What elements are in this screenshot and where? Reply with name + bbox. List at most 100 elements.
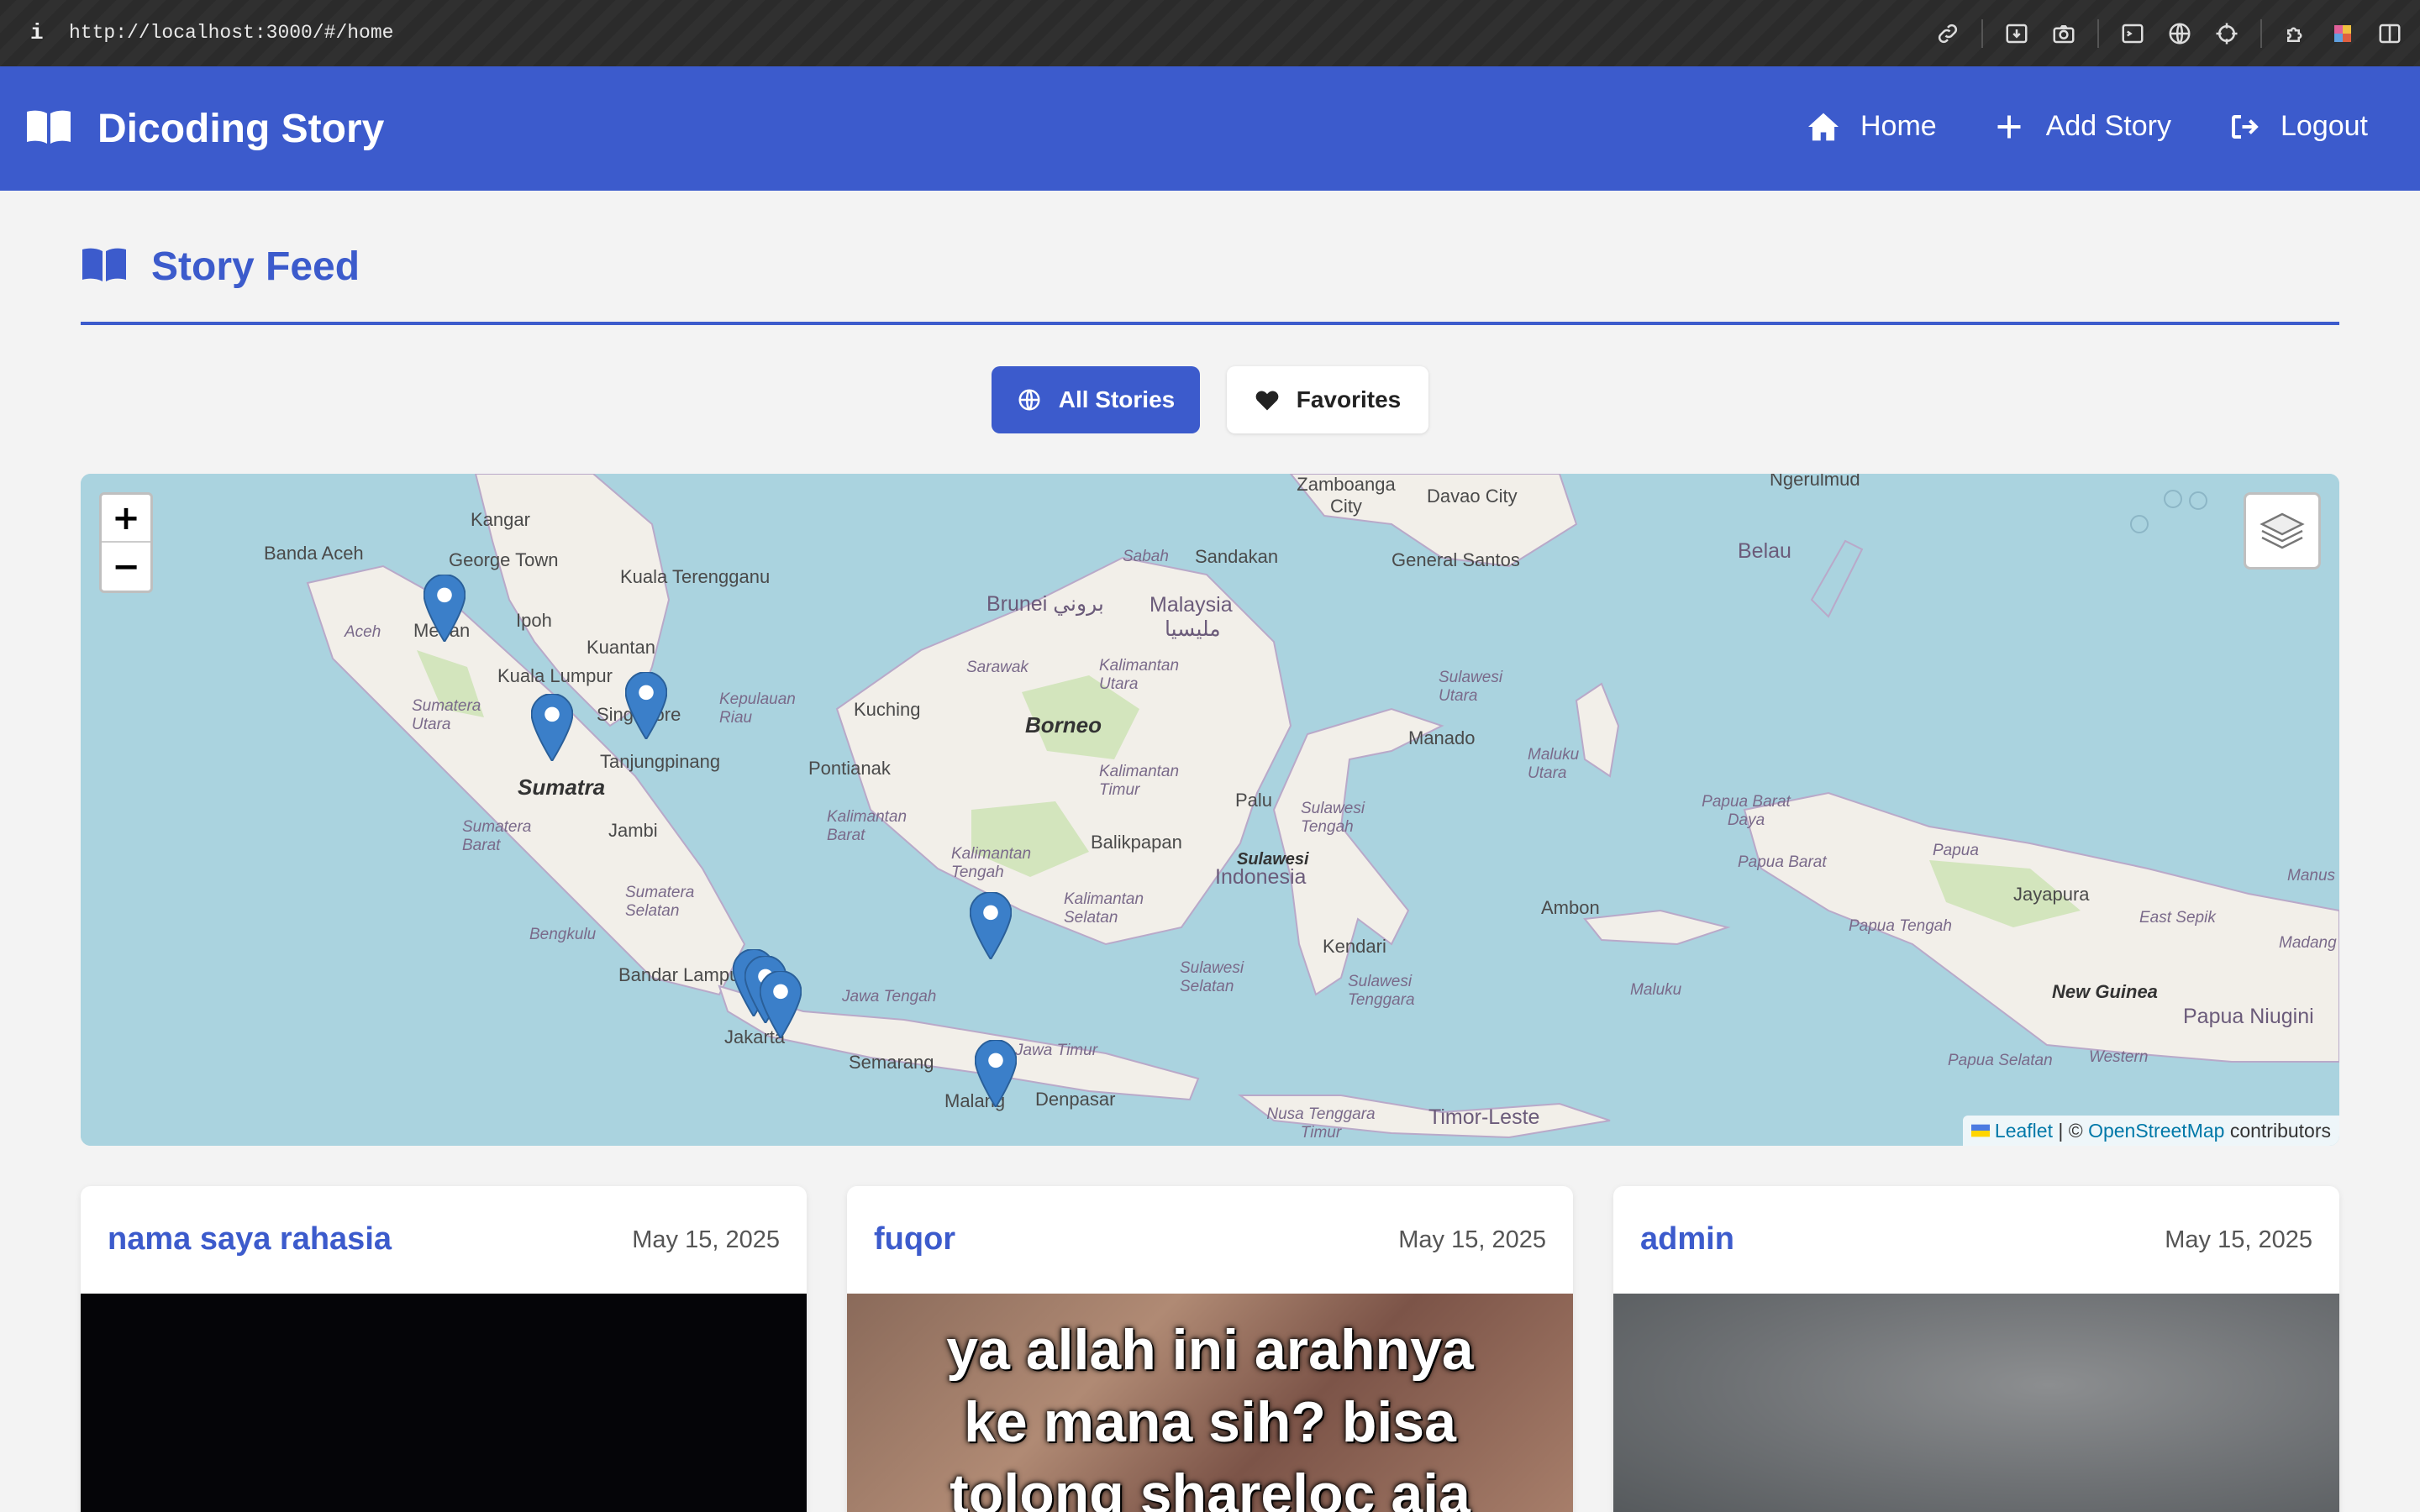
nav-add-story-link[interactable]: Add Story bbox=[1992, 110, 2171, 143]
attribution-separator: | © bbox=[2052, 1119, 2089, 1142]
map-label: Nusa Tenggara Timur bbox=[1266, 1105, 1376, 1142]
toolbar-divider bbox=[1981, 19, 1983, 48]
link-icon[interactable] bbox=[1931, 17, 1965, 50]
story-map[interactable]: Kangar Banda Aceh George Town Kuala Tere… bbox=[81, 474, 2339, 1146]
map-label: Sulawesi Tengah bbox=[1301, 800, 1365, 836]
map-label: Sulawesi Utara bbox=[1439, 669, 1503, 705]
page-heading: Story Feed bbox=[81, 244, 360, 290]
story-marker[interactable] bbox=[970, 892, 1012, 959]
map-label: Papua Selatan bbox=[1948, 1052, 2053, 1069]
map-label: Kalimantan Utara bbox=[1099, 657, 1180, 693]
zoom-control: + − bbox=[99, 492, 153, 593]
site-info-icon[interactable]: i bbox=[30, 20, 44, 45]
map-label: Balikpapan bbox=[1091, 832, 1182, 853]
terminal-icon[interactable] bbox=[2116, 17, 2149, 50]
map-label: Semarang bbox=[849, 1052, 934, 1073]
extensions-icon[interactable] bbox=[2279, 17, 2312, 50]
story-photo[interactable]: ya allah ini arahnya ke mana sih? bisa t… bbox=[847, 1294, 1573, 1512]
map-label: Kuala Terengganu bbox=[620, 566, 771, 587]
map-label: Ambon bbox=[1541, 897, 1600, 918]
profile-icon[interactable] bbox=[2326, 17, 2360, 50]
map-label: Manado bbox=[1408, 727, 1476, 748]
photo-caption: ya allah ini arahnya ke mana sih? bisa t… bbox=[946, 1318, 1474, 1512]
nav-logout-label: Logout bbox=[2281, 110, 2368, 142]
map-label: Indonesia bbox=[1215, 865, 1307, 889]
map-label: Western bbox=[2089, 1048, 2149, 1066]
map-label: Pontianak bbox=[808, 758, 891, 779]
map-label: Papua Barat bbox=[1738, 853, 1827, 871]
book-icon bbox=[25, 108, 72, 150]
map-label: Davao City bbox=[1427, 486, 1518, 507]
map-label: Sabah bbox=[1123, 548, 1169, 565]
map-label: Timor-Leste bbox=[1428, 1105, 1540, 1129]
map-label: Sulawesi Selatan bbox=[1180, 959, 1244, 995]
story-card[interactable]: fuqor May 15, 2025 ya allah ini arahnya … bbox=[847, 1186, 1573, 1512]
story-photo[interactable] bbox=[81, 1294, 807, 1512]
story-photo[interactable] bbox=[1613, 1294, 2339, 1512]
map-label: East Sepik bbox=[2139, 909, 2216, 927]
sidebar-icon[interactable] bbox=[2373, 17, 2407, 50]
browser-address-bar: i http://localhost:3000/#/home bbox=[0, 0, 2420, 66]
all-stories-button[interactable]: All Stories bbox=[992, 366, 1200, 433]
map-label: Malaysia bbox=[1150, 593, 1233, 617]
story-card[interactable]: nama saya rahasia May 15, 2025 bbox=[81, 1186, 807, 1512]
card-header: fuqor May 15, 2025 bbox=[847, 1186, 1573, 1294]
zoom-in-button[interactable]: + bbox=[102, 495, 150, 543]
map-label: Papua Tengah bbox=[1849, 917, 1952, 935]
map-label: Kepulauan Riau bbox=[719, 690, 796, 727]
map-label: Ngerulmud bbox=[1770, 474, 1860, 490]
app-navbar: Dicoding Story Home Add Story Logout bbox=[0, 66, 2420, 191]
download-icon[interactable] bbox=[2000, 17, 2033, 50]
story-marker[interactable] bbox=[625, 672, 667, 739]
map-label: Tanjungpinang bbox=[600, 751, 721, 772]
map-label: Papua Niugini bbox=[2183, 1005, 2314, 1028]
heart-icon bbox=[1255, 391, 1279, 411]
story-date: May 15, 2025 bbox=[1398, 1226, 1546, 1253]
card-header: admin May 15, 2025 bbox=[1613, 1186, 2339, 1294]
url-field[interactable]: http://localhost:3000/#/home bbox=[69, 22, 393, 44]
map-label: Maluku Utara bbox=[1528, 746, 1580, 782]
map-label: Ipoh bbox=[516, 610, 552, 631]
layers-icon bbox=[2260, 512, 2305, 549]
map-label: Bengkulu bbox=[529, 926, 597, 943]
leaflet-link[interactable]: Leaflet bbox=[1995, 1120, 2053, 1142]
map-label: Zamboanga City bbox=[1297, 474, 1396, 517]
map-label: Sumatera Barat bbox=[462, 818, 532, 854]
globe-icon[interactable] bbox=[2163, 17, 2196, 50]
map-label: Sumatera Selatan bbox=[625, 884, 695, 920]
browser-toolbar bbox=[1918, 17, 2407, 50]
story-card[interactable]: admin May 15, 2025 bbox=[1613, 1186, 2339, 1512]
book-icon bbox=[81, 246, 128, 287]
map-label: Aceh bbox=[345, 623, 381, 641]
story-marker[interactable] bbox=[531, 694, 573, 761]
map-label: Manus bbox=[2287, 867, 2336, 885]
nav-logout-link[interactable]: Logout bbox=[2227, 110, 2368, 143]
map-label: George Town bbox=[449, 549, 559, 570]
zoom-out-button[interactable]: − bbox=[102, 543, 150, 591]
story-marker[interactable] bbox=[975, 1040, 1017, 1107]
story-marker[interactable] bbox=[760, 971, 802, 1038]
crosshair-icon[interactable] bbox=[2210, 17, 2244, 50]
brand[interactable]: Dicoding Story bbox=[25, 103, 384, 154]
map-label: Sarawak bbox=[966, 659, 1028, 676]
map-label: Jawa Tengah bbox=[842, 988, 937, 1005]
map-label: Sulawesi Tenggara bbox=[1348, 973, 1415, 1009]
map-label: Madang bbox=[2279, 934, 2337, 952]
all-stories-label: All Stories bbox=[1058, 386, 1176, 412]
layers-button[interactable] bbox=[2244, 492, 2321, 570]
story-date: May 15, 2025 bbox=[2165, 1226, 2312, 1253]
map-label: Kalimantan Timur bbox=[1099, 763, 1180, 799]
map-label: Kuantan bbox=[587, 637, 655, 658]
map-label: Brunei بروني bbox=[986, 592, 1104, 616]
story-marker[interactable] bbox=[424, 575, 466, 642]
map-label: Sumatra bbox=[518, 774, 606, 800]
openstreetmap-link[interactable]: OpenStreetMap bbox=[2088, 1120, 2224, 1142]
favorites-button[interactable]: Favorites bbox=[1227, 366, 1428, 433]
map-label: Borneo bbox=[1025, 712, 1102, 738]
attribution-suffix: contributors bbox=[2224, 1119, 2331, 1142]
map-label: New Guinea bbox=[2052, 981, 2158, 1002]
map-tiles bbox=[81, 474, 2339, 1146]
camera-icon[interactable] bbox=[2047, 17, 2081, 50]
page-title: Story Feed bbox=[151, 244, 360, 289]
nav-home-link[interactable]: Home bbox=[1807, 110, 1937, 143]
